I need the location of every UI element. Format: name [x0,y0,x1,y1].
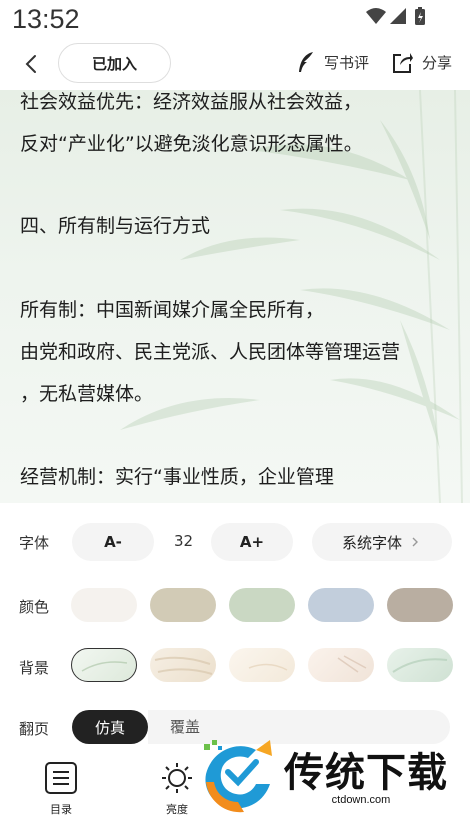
write-review-label: 写书评 [324,53,370,72]
status-icons [364,6,434,32]
feather-icon [299,52,313,72]
reader-line: 反对“产业化”以避免淡化意识形态属性。 [20,133,363,155]
font-family-label: 系统字体 [341,533,402,552]
font-increase-button[interactable]: A+ [211,523,293,561]
background-row-label: 背景 [19,659,50,677]
background-option-cream[interactable] [229,648,295,682]
share-button[interactable]: 分享 [392,50,452,74]
reader-line: 经营机制：实行“事业性质，企业管理 [20,466,334,488]
page-turn-option-simulate[interactable]: 仿真 [72,710,148,744]
reader-line: ，无私营媒体。 [20,383,154,405]
share-icon [393,53,413,73]
font-size-value: 32 [174,532,194,550]
reader-line: 社会效益优先：经济效益服从社会效益， [20,91,363,113]
watermark-url: ctdown.com [331,794,391,806]
color-row-label: 颜色 [19,598,50,616]
background-option-green[interactable] [387,648,453,682]
font-decrease-button[interactable]: A- [72,523,154,561]
chevron-left-icon [25,55,36,73]
background-option-paper[interactable] [150,648,216,682]
write-review-button[interactable]: 写书评 [296,50,369,74]
joined-bookshelf-button[interactable]: 已加入 [58,43,171,83]
nav-toc-button[interactable]: 目录 [31,761,91,817]
ctdown-logo-icon [204,740,272,813]
reading-area[interactable]: 社会效益优先：经济效益服从社会效益， 反对“产业化”以避免淡化意识形态属性。 四… [0,90,470,503]
reader-line: 由党和政府、民主党派、人民团体等管理运营 [20,341,401,363]
page-turn-row-label: 翻页 [19,720,50,738]
color-swatch-2[interactable] [150,588,216,622]
status-bar: 13:52 [0,0,470,38]
signal-icon [390,8,406,24]
sun-icon [162,763,192,793]
color-swatch-5[interactable] [387,588,453,622]
reader-line: 所有制：中国新闻媒介属全民所有， [20,299,325,321]
reader-toolbar: 已加入 写书评 分享 [0,38,470,90]
back-button[interactable] [18,50,46,78]
status-time: 13:52 [12,4,80,34]
nav-toc-label: 目录 [50,803,72,816]
reader-line: 四、所有制与运行方式 [20,215,211,237]
watermark-text: 传统下载 [284,750,448,796]
background-option-ink[interactable] [308,648,374,682]
color-swatch-1[interactable] [71,588,137,622]
ctdown-watermark: 传统下载 ctdown.com [198,736,458,816]
font-row-label: 字体 [19,534,50,552]
background-option-bamboo[interactable] [71,648,137,682]
chevron-right-icon [412,537,418,547]
color-swatch-4[interactable] [308,588,374,622]
battery-icon [415,7,425,25]
list-icon [45,762,77,794]
color-swatch-3[interactable] [229,588,295,622]
font-family-button[interactable]: 系统字体 [312,523,452,561]
share-label: 分享 [422,53,453,72]
wifi-icon [366,8,386,24]
